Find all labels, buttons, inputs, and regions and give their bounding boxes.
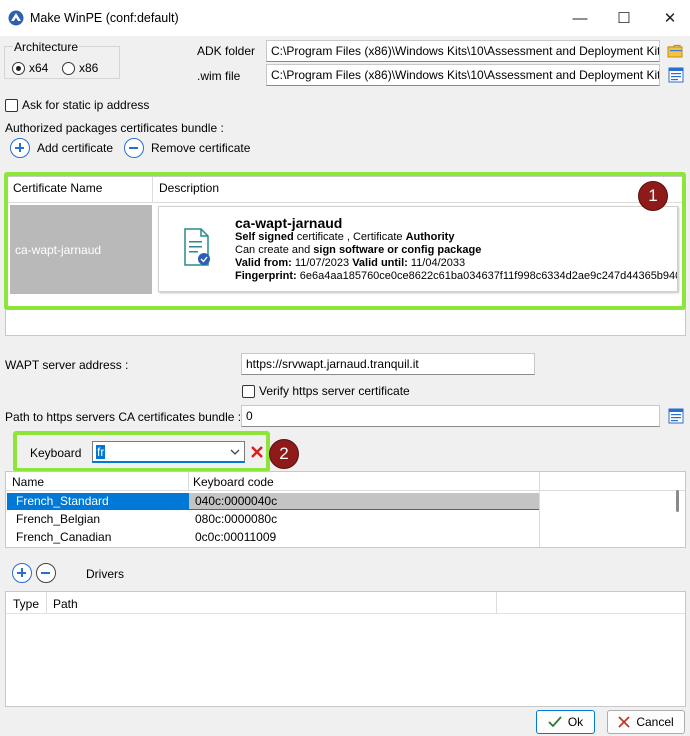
wapt-server-field[interactable]: https://srvwapt.jarnaud.tranquil.it bbox=[241, 353, 535, 375]
check-icon bbox=[548, 716, 562, 728]
static-ip-label: Ask for static ip address bbox=[22, 98, 150, 112]
remove-driver-button[interactable] bbox=[36, 563, 56, 583]
drivers-label: Drivers bbox=[86, 567, 124, 581]
keyboard-combobox[interactable]: fr bbox=[92, 441, 245, 463]
close-icon: ✕ bbox=[663, 10, 677, 27]
app-logo-icon bbox=[8, 10, 24, 26]
ca-bundle-browse-icon[interactable] bbox=[667, 407, 685, 425]
minimize-button[interactable]: — bbox=[560, 6, 600, 30]
window-title: Make WinPE (conf:default) bbox=[30, 11, 179, 25]
remove-driver-icon bbox=[36, 563, 56, 583]
keyboard-grid[interactable]: Name Keyboard code French_Standard 040c:… bbox=[5, 471, 686, 548]
remove-icon bbox=[124, 138, 144, 158]
add-driver-icon bbox=[12, 563, 32, 583]
certificates-section-label: Authorized packages certificates bundle … bbox=[5, 121, 224, 135]
keyboard-row-name: French_Standard bbox=[16, 494, 109, 508]
static-ip-checkbox[interactable]: Ask for static ip address bbox=[5, 98, 149, 112]
maximize-icon: ☐ bbox=[617, 10, 631, 27]
remove-certificate-button[interactable]: Remove certificate bbox=[124, 138, 250, 158]
callout-badge-2: 2 bbox=[269, 439, 299, 469]
ok-button[interactable]: Ok bbox=[536, 710, 595, 734]
adk-folder-field[interactable]: C:\Program Files (x86)\Windows Kits\10\A… bbox=[266, 40, 660, 62]
clear-icon[interactable] bbox=[250, 445, 264, 459]
folder-open-icon[interactable] bbox=[667, 42, 685, 60]
drivers-grid[interactable]: Type Path bbox=[5, 591, 686, 707]
close-button[interactable]: ✕ bbox=[650, 6, 690, 30]
drivers-grid-header: Type Path bbox=[6, 592, 685, 614]
radio-x64-indicator[interactable] bbox=[12, 61, 25, 75]
remove-certificate-label: Remove certificate bbox=[151, 141, 251, 155]
keyboard-row[interactable]: French_Canadian 0c0c:00011009 bbox=[7, 529, 539, 546]
column-name[interactable]: Name bbox=[12, 475, 44, 489]
add-certificate-label: Add certificate bbox=[37, 141, 114, 155]
adk-folder-label: ADK folder bbox=[197, 44, 256, 58]
file-browse-icon[interactable] bbox=[667, 66, 685, 84]
wim-file-field[interactable]: C:\Program Files (x86)\Windows Kits\10\A… bbox=[266, 64, 660, 86]
minimize-icon: — bbox=[572, 9, 588, 27]
radio-x64[interactable]: x64 bbox=[12, 61, 48, 75]
keyboard-label: Keyboard bbox=[30, 446, 82, 460]
keyboard-row-name: French_Canadian bbox=[16, 530, 112, 544]
add-driver-button[interactable] bbox=[12, 563, 32, 583]
column-path[interactable]: Path bbox=[53, 597, 78, 611]
wapt-server-label: WAPT server address : bbox=[5, 358, 129, 372]
add-certificate-button[interactable]: Add certificate bbox=[10, 138, 113, 158]
callout-badge-1: 1 bbox=[638, 181, 668, 211]
radio-x86[interactable]: x86 bbox=[62, 61, 98, 75]
verify-https-checkbox-box[interactable] bbox=[242, 384, 255, 398]
ca-bundle-label: Path to https servers CA certificates bu… bbox=[5, 410, 242, 424]
ca-bundle-field[interactable]: 0 bbox=[241, 405, 660, 427]
keyboard-grid-scrollbar[interactable] bbox=[676, 490, 679, 512]
column-type[interactable]: Type bbox=[13, 597, 39, 611]
radio-x86-label: x86 bbox=[79, 61, 99, 75]
keyboard-row-code: 080c:0000080c bbox=[195, 512, 278, 526]
radio-x64-label: x64 bbox=[29, 61, 49, 75]
keyboard-grid-header: Name Keyboard code bbox=[6, 472, 685, 491]
chevron-down-icon[interactable] bbox=[230, 448, 240, 456]
keyboard-row-selected[interactable]: French_Standard 040c:0000040c bbox=[7, 493, 539, 510]
radio-x86-indicator[interactable] bbox=[62, 61, 75, 75]
ok-button-label: Ok bbox=[567, 715, 584, 729]
architecture-title: Architecture bbox=[13, 40, 80, 54]
keyboard-row[interactable]: French_Belgian 080c:0000080c bbox=[7, 511, 539, 528]
keyboard-combobox-value: fr bbox=[96, 445, 106, 459]
keyboard-row-code: 0c0c:00011009 bbox=[195, 530, 277, 544]
verify-https-label: Verify https server certificate bbox=[259, 384, 410, 398]
verify-https-checkbox[interactable]: Verify https server certificate bbox=[242, 384, 410, 398]
cancel-button[interactable]: Cancel bbox=[607, 710, 685, 734]
maximize-button[interactable]: ☐ bbox=[604, 6, 644, 30]
add-icon bbox=[10, 138, 30, 158]
cancel-button-label: Cancel bbox=[636, 715, 674, 729]
keyboard-row-name: French_Belgian bbox=[16, 512, 101, 526]
column-keyboard-code[interactable]: Keyboard code bbox=[193, 475, 274, 489]
keyboard-row-code: 040c:0000040c bbox=[189, 493, 539, 509]
wim-file-label: .wim file bbox=[197, 69, 241, 83]
static-ip-checkbox-box[interactable] bbox=[5, 98, 18, 112]
cancel-icon bbox=[618, 716, 630, 728]
highlight-box-1 bbox=[4, 172, 686, 310]
